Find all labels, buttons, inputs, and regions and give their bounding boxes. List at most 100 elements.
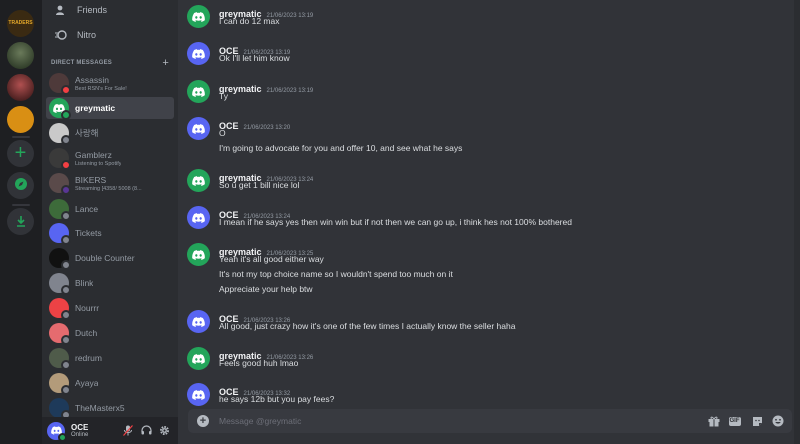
dm-avatar [49,199,71,221]
user-name: OCE [71,423,89,432]
message-text: Feels good huh lmao [219,358,299,368]
message-avatar[interactable] [187,310,210,333]
download-apps-icon[interactable] [7,208,34,235]
message-avatar[interactable] [187,243,210,266]
discord-logo-icon [192,353,205,364]
dm-item[interactable]: Assassin Best RSN's For Sale! [46,72,174,95]
message-text: It's not my top choice name so I wouldn'… [219,269,453,279]
dm-name: Dutch [75,328,98,338]
message-avatar[interactable] [187,169,210,192]
dm-item[interactable]: Ayaya [46,372,174,395]
dm-name: BIKERS [75,174,107,185]
dm-item[interactable]: TheMasterx5 [46,397,174,420]
dm-name: greymatic [75,103,116,113]
dm-name: Ayaya [75,378,99,388]
message-text: he says 12b but you pay fees? [219,394,335,404]
discord-logo-icon [192,316,205,327]
message-text: Appreciate your help btw [219,284,313,294]
dm-name: redrum [75,353,102,363]
discord-logo-icon [192,212,205,223]
user-status-text: Online [71,432,89,438]
dm-avatar [49,373,71,395]
discord-logo-icon [192,249,205,260]
message-timestamp: 21/06/2023 13:19 [266,88,314,94]
dm-avatar [49,348,71,370]
message-header: greymatic 21/06/2023 13:19 [219,79,313,97]
server-separator [12,136,30,138]
user-panel: OCE Online [42,417,178,444]
message-text: Ty [219,91,228,101]
dm-name: Gamblerz [75,149,112,160]
emoji-icon[interactable] [771,415,784,427]
status-dot [61,185,71,195]
status-dot [61,360,71,370]
discord-logo-icon [192,86,205,97]
dm-avatar [49,148,71,170]
message-avatar[interactable] [187,42,210,65]
headphones-icon[interactable] [140,424,152,436]
create-dm-button[interactable]: + [162,57,169,69]
user-info[interactable]: OCE Online [71,423,88,438]
gift-icon[interactable] [707,415,720,427]
server-icon-2[interactable] [7,42,34,69]
status-dot [61,110,71,120]
settings-gear-icon[interactable] [158,424,170,436]
explore-servers-icon[interactable] [7,172,34,199]
dm-item[interactable]: Double Counter [46,247,174,270]
attach-plus-icon[interactable]: + [197,415,209,427]
dm-avatar [49,323,71,345]
dm-header: DIRECT MESSAGES + [51,57,169,69]
dm-item[interactable]: BIKERS Streaming [4358/ 5008 (8... [46,172,174,195]
mute-icon[interactable] [122,424,134,436]
dm-item[interactable]: 사랑해 [46,122,174,145]
dm-item[interactable]: Nourrr [46,297,174,320]
message-text: Yeah it's all good either way [219,254,324,264]
server-icon-traders[interactable]: TRADERS [7,10,34,37]
user-avatar[interactable] [47,421,67,442]
friends-icon [54,3,68,17]
gif-button[interactable]: GIF [728,415,741,427]
dm-avatar [49,398,71,420]
dm-name: Lance [75,204,99,214]
server-icon-4[interactable] [7,106,34,133]
dm-avatar [49,73,71,95]
dm-activity: Streaming [4358/ 5008 (8... [75,185,142,192]
server-icon-3[interactable] [7,74,34,101]
dm-item[interactable]: Tickets [46,222,174,245]
add-server-icon[interactable]: + [7,140,34,167]
nitro-nav-item[interactable]: Nitro [48,24,172,46]
user-status-dot [58,432,67,442]
chat-scrollbar[interactable] [794,0,800,444]
message-input[interactable]: Message @greymatic [219,416,301,426]
status-dot [61,85,71,95]
message-avatar[interactable] [187,347,210,370]
dm-item[interactable]: Gamblerz Listening to Spotify [46,147,174,170]
dm-item[interactable]: Dutch [46,322,174,345]
dm-item[interactable]: redrum [46,347,174,370]
friends-nav-item[interactable]: Friends [48,0,172,21]
status-dot [61,310,71,320]
dm-activity: Listening to Spotify [75,160,122,167]
dm-avatar [49,98,71,120]
status-dot [61,211,71,221]
discord-logo-icon [192,175,205,186]
nitro-label: Nitro [77,30,97,40]
message-text: Ok I'll let him know [219,53,290,63]
discord-logo-icon [192,389,205,400]
message-avatar[interactable] [187,80,210,103]
message-text: All good, just crazy how it's one of the… [219,321,516,331]
dm-item[interactable]: Blink [46,272,174,295]
message-avatar[interactable] [187,117,210,140]
message-text: I'm going to advocate for you and offer … [219,143,463,153]
status-dot [61,160,71,170]
sticker-icon[interactable] [751,415,764,427]
status-dot [61,235,71,245]
message-avatar[interactable] [187,383,210,406]
status-dot [61,335,71,345]
message-avatar[interactable] [187,5,210,28]
dm-item[interactable]: greymatic [46,97,174,120]
dm-name: Assassin [75,74,110,85]
status-dot [61,385,71,395]
message-avatar[interactable] [187,206,210,229]
dm-item[interactable]: Lance [46,198,174,221]
